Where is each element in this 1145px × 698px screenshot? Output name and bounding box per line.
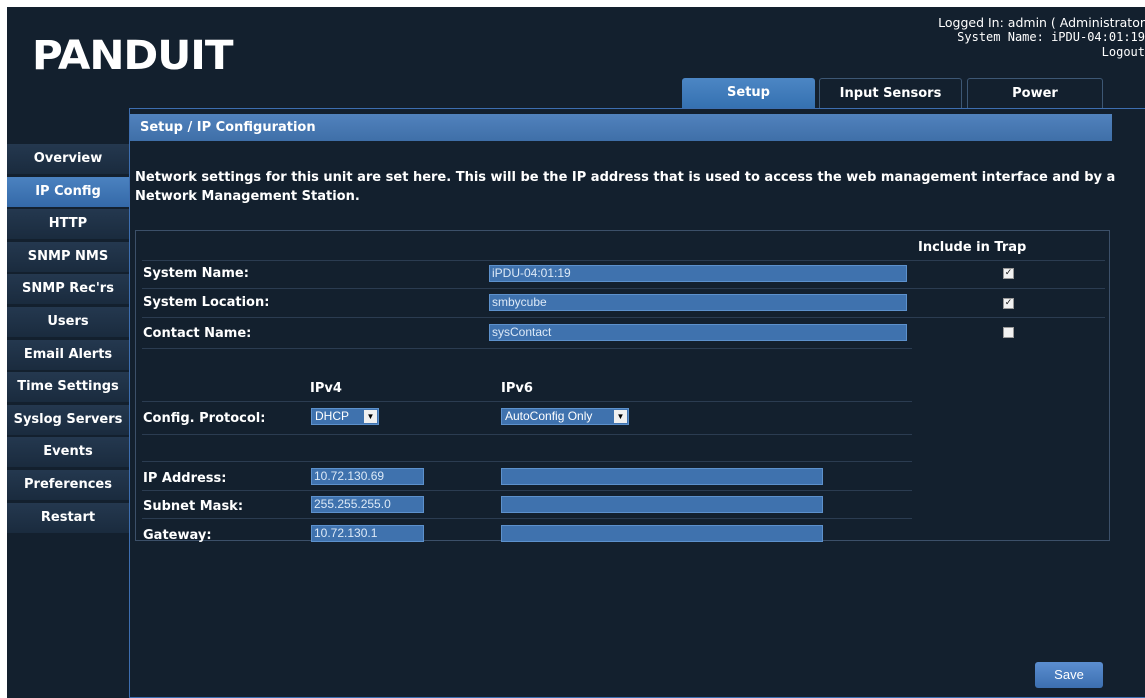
logged-in-text: Logged In: admin ( Administrator <box>938 15 1145 30</box>
row-divider <box>142 434 912 435</box>
app-window: PANDUIT Logged In: admin ( Administrator… <box>7 7 1145 698</box>
ipv4-subnet-input[interactable]: 255.255.255.0 <box>311 496 424 513</box>
sidebar-item-users[interactable]: Users <box>7 306 129 337</box>
contact-name-input[interactable]: sysContact <box>489 324 907 341</box>
system-location-label: System Location: <box>143 295 270 310</box>
tab-power[interactable]: Power <box>967 78 1103 108</box>
contact-name-label: Contact Name: <box>143 326 252 341</box>
ipv4-header: IPv4 <box>310 381 342 396</box>
row-divider <box>142 288 1105 289</box>
ipv6-protocol-value: AutoConfig Only <box>505 409 593 423</box>
ipv6-address-input[interactable] <box>501 468 823 485</box>
ipv4-address-input[interactable]: 10.72.130.69 <box>311 468 424 485</box>
breadcrumb: Setup / IP Configuration <box>130 114 1112 141</box>
ipv6-subnet-input[interactable] <box>501 496 823 513</box>
ip-address-label: IP Address: <box>143 471 227 486</box>
logout-link[interactable]: Logout <box>938 45 1145 60</box>
save-button[interactable]: Save <box>1035 662 1103 688</box>
system-location-trap-checkbox[interactable]: ✓ <box>1003 298 1014 309</box>
sidebar-item-syslog-servers[interactable]: Syslog Servers <box>7 404 129 435</box>
include-in-trap-header: Include in Trap <box>918 240 1027 255</box>
ipv4-gateway-input[interactable]: 10.72.130.1 <box>311 525 424 542</box>
ipv6-protocol-select[interactable]: AutoConfig Only ▼ <box>501 408 629 425</box>
sidebar-item-restart[interactable]: Restart <box>7 502 129 533</box>
row-divider <box>142 461 912 462</box>
contact-name-trap-checkbox[interactable] <box>1003 327 1014 338</box>
tab-input-sensors[interactable]: Input Sensors <box>819 78 962 108</box>
row-divider <box>142 518 912 519</box>
system-name-trap-checkbox[interactable]: ✓ <box>1003 268 1014 279</box>
check-icon: ✓ <box>1004 298 1013 308</box>
ipv4-protocol-value: DHCP <box>315 409 350 423</box>
subnet-mask-label: Subnet Mask: <box>143 499 244 514</box>
system-location-input[interactable]: smbycube <box>489 294 907 311</box>
sidebar-item-events[interactable]: Events <box>7 437 129 468</box>
sidebar-item-ip-config[interactable]: IP Config <box>7 176 129 207</box>
sidebar-item-snmp-recrs[interactable]: SNMP Rec'rs <box>7 274 129 305</box>
sidebar: Overview IP Config HTTP SNMP NMS SNMP Re… <box>7 144 129 535</box>
sidebar-item-snmp-nms[interactable]: SNMP NMS <box>7 241 129 272</box>
page-description: Network settings for this unit are set h… <box>135 170 1116 204</box>
system-name-label: System Name: <box>143 266 249 281</box>
sidebar-item-http[interactable]: HTTP <box>7 209 129 240</box>
chevron-down-icon: ▼ <box>614 410 627 423</box>
sidebar-item-time-settings[interactable]: Time Settings <box>7 372 129 403</box>
chevron-down-icon: ▼ <box>364 410 377 423</box>
sidebar-item-email-alerts[interactable]: Email Alerts <box>7 339 129 370</box>
sidebar-item-preferences[interactable]: Preferences <box>7 469 129 500</box>
row-divider <box>142 260 1105 261</box>
ipv6-header: IPv6 <box>501 381 533 396</box>
gateway-label: Gateway: <box>143 528 212 543</box>
row-divider <box>142 490 912 491</box>
ipv6-gateway-input[interactable] <box>501 525 823 542</box>
row-divider <box>142 401 912 402</box>
ipv4-protocol-select[interactable]: DHCP ▼ <box>311 408 379 425</box>
panduit-logo: PANDUIT <box>32 33 234 79</box>
sidebar-item-overview[interactable]: Overview <box>7 144 129 174</box>
user-info: Logged In: admin ( Administrator System … <box>938 15 1145 60</box>
config-protocol-label: Config. Protocol: <box>143 411 266 426</box>
system-name-input[interactable]: iPDU-04:01:19 <box>489 265 907 282</box>
ip-settings-form: Include in Trap System Name: iPDU-04:01:… <box>135 230 1110 543</box>
system-name-text: System Name: iPDU-04:01:19 <box>957 30 1145 44</box>
row-divider <box>142 317 1105 318</box>
row-divider <box>142 348 912 349</box>
check-icon: ✓ <box>1004 268 1013 278</box>
tab-setup[interactable]: Setup <box>682 78 815 108</box>
